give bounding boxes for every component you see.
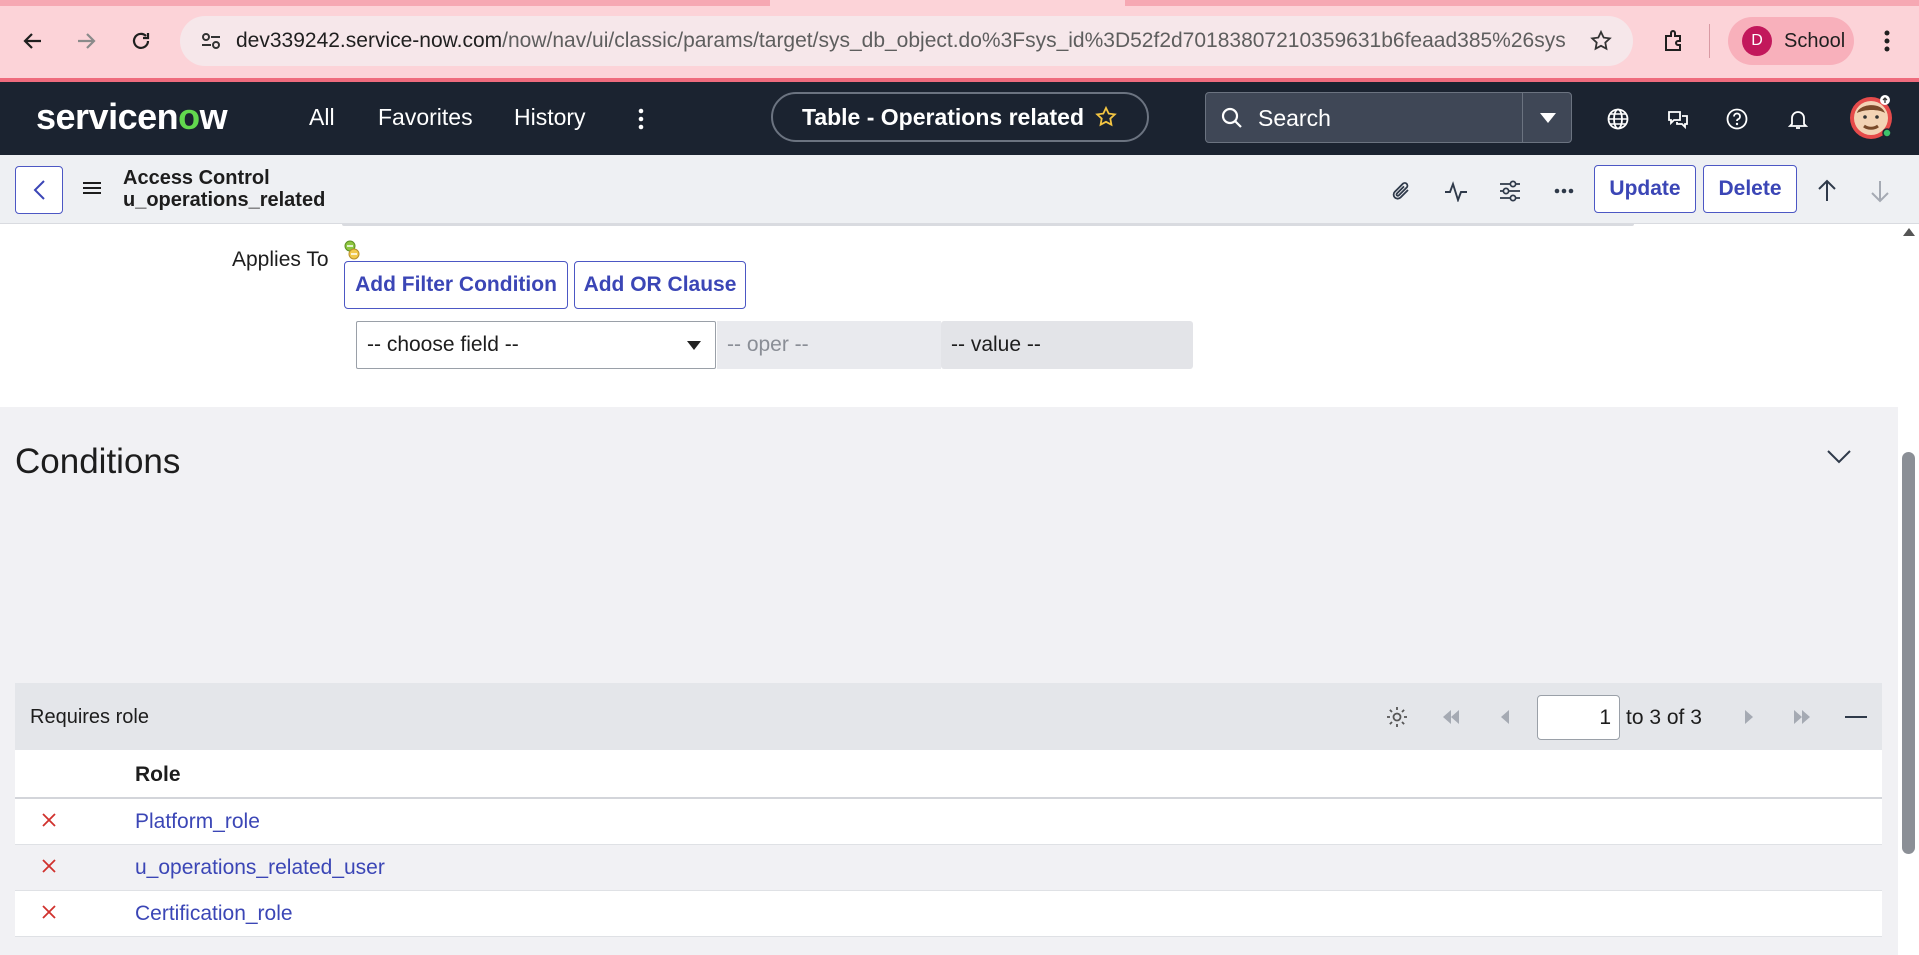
scroll-up-arrow-icon[interactable]	[1903, 228, 1915, 236]
role-column-header-row: Role	[15, 750, 1882, 799]
toolbar-divider	[1709, 24, 1710, 58]
more-menu-icon[interactable]	[626, 104, 656, 134]
favorite-star-icon[interactable]	[1094, 105, 1118, 129]
page-scrollbar[interactable]	[1898, 224, 1919, 955]
next-page-icon[interactable]	[1736, 704, 1762, 730]
activity-pulse-icon[interactable]	[1442, 177, 1470, 205]
nav-all[interactable]: All	[309, 104, 335, 131]
servicenow-logo[interactable]: servicenow	[36, 96, 228, 138]
site-settings-icon[interactable]	[200, 30, 222, 52]
page-number-input[interactable]: 1	[1537, 695, 1620, 740]
search-placeholder: Search	[1258, 105, 1331, 131]
personalize-sliders-icon[interactable]	[1496, 177, 1524, 205]
chat-icon[interactable]	[1663, 104, 1693, 134]
applies-to-section: Applies To Add Filter Condition Add OR C…	[0, 224, 1898, 407]
scrollbar-thumb[interactable]	[1902, 452, 1915, 854]
first-page-icon[interactable]	[1438, 704, 1464, 730]
reload-icon[interactable]	[120, 20, 162, 62]
delete-button[interactable]: Delete	[1703, 165, 1797, 213]
browser-tab-strip-right	[1125, 0, 1919, 6]
hamburger-menu-icon[interactable]	[82, 180, 102, 196]
requires-role-title: Requires role	[30, 706, 149, 728]
update-button[interactable]: Update	[1594, 165, 1696, 213]
profile-button[interactable]: D School	[1728, 17, 1854, 65]
collapse-minus-icon[interactable]	[1843, 704, 1869, 730]
globe-icon[interactable]	[1603, 104, 1633, 134]
table-row: Platform_role	[15, 799, 1882, 845]
nav-history[interactable]: History	[514, 104, 586, 131]
attachment-icon[interactable]	[1388, 177, 1416, 205]
value-input[interactable]: -- value --	[941, 321, 1193, 369]
delete-row-x-icon[interactable]	[41, 858, 57, 874]
applies-to-label: Applies To	[232, 248, 329, 271]
form-record-type: Access Control	[123, 167, 270, 189]
delete-row-x-icon[interactable]	[41, 812, 57, 828]
filter-condition-icon	[343, 240, 361, 262]
help-icon[interactable]	[1722, 104, 1752, 134]
notifications-bell-icon[interactable]	[1783, 104, 1813, 134]
url-text: dev339242.service-now.com/now/nav/ui/cla…	[236, 29, 1566, 52]
chevron-down-icon[interactable]	[1826, 449, 1852, 465]
bookmark-star-icon[interactable]	[1589, 29, 1613, 53]
requires-role-header: Requires role 1 to 3 of 3	[15, 683, 1882, 750]
page-range-text: to 3 of 3	[1626, 706, 1702, 729]
global-search-input[interactable]: Search	[1205, 92, 1572, 143]
last-page-icon[interactable]	[1789, 704, 1815, 730]
context-title: Table - Operations related	[801, 103, 1085, 130]
delete-row-x-icon[interactable]	[41, 904, 57, 920]
profile-name: School	[1784, 29, 1846, 52]
nav-favorites[interactable]: Favorites	[378, 104, 473, 131]
chevron-left-icon	[32, 179, 46, 201]
field-bottom-edge	[342, 224, 1634, 226]
address-bar[interactable]: dev339242.service-now.com/now/nav/ui/cla…	[180, 16, 1633, 66]
more-actions-icon[interactable]	[1550, 177, 1578, 205]
search-scope-dropdown-icon[interactable]	[1540, 113, 1556, 123]
servicenow-header: servicenow All Favorites History Table -…	[0, 82, 1919, 155]
context-title-pill[interactable]: Table - Operations related	[771, 92, 1149, 142]
table-row: u_operations_related_user	[15, 845, 1882, 891]
role-link[interactable]: Certification_role	[135, 902, 293, 926]
operator-select[interactable]: -- oper --	[717, 321, 941, 369]
dropdown-arrow-icon	[687, 341, 701, 350]
forward-icon[interactable]	[65, 20, 107, 62]
arrow-down-icon[interactable]	[1866, 177, 1894, 205]
add-filter-condition-button[interactable]: Add Filter Condition	[344, 261, 568, 309]
browser-chrome: dev339242.service-now.com/now/nav/ui/cla…	[0, 0, 1919, 82]
form-header: Access Control u_operations_related Upda…	[0, 155, 1919, 224]
previous-page-icon[interactable]	[1492, 704, 1518, 730]
search-divider	[1522, 93, 1523, 142]
column-header-role[interactable]: Role	[135, 763, 181, 787]
list-settings-gear-icon[interactable]	[1384, 704, 1410, 730]
search-icon	[1220, 106, 1244, 130]
profile-avatar: D	[1742, 26, 1772, 56]
table-row: Certification_role	[15, 891, 1882, 937]
back-icon[interactable]	[12, 20, 54, 62]
form-back-button[interactable]	[15, 166, 63, 214]
choose-field-value: -- choose field --	[367, 333, 519, 356]
form-record-name: u_operations_related	[123, 189, 326, 211]
role-link[interactable]: Platform_role	[135, 810, 260, 834]
add-or-clause-button[interactable]: Add OR Clause	[574, 261, 746, 309]
conditions-heading: Conditions	[15, 442, 181, 481]
browser-menu-icon[interactable]	[1866, 20, 1908, 62]
arrow-up-icon[interactable]	[1813, 177, 1841, 205]
extensions-icon[interactable]	[1653, 20, 1695, 62]
choose-field-select[interactable]: -- choose field --	[356, 321, 716, 369]
browser-tab-strip	[0, 0, 770, 6]
role-link[interactable]: u_operations_related_user	[135, 856, 385, 880]
user-avatar[interactable]	[1849, 95, 1893, 141]
